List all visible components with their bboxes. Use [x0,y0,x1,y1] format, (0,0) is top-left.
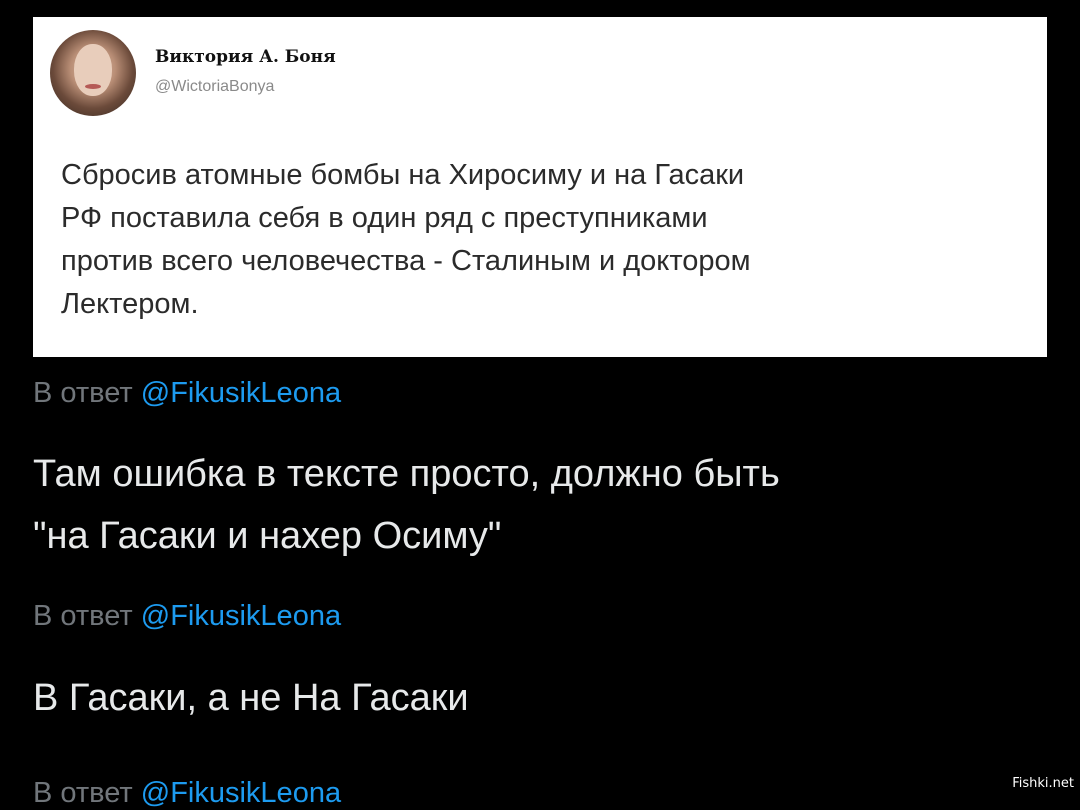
reply-to-line: В ответ @FikusikLeona [33,377,341,410]
tweet-text: Сбросив атомные бомбы на Хиросиму и на Г… [61,154,1031,326]
reply-text-line: "на Гасаки и нахер Осиму" [33,515,502,557]
reply-mention-link[interactable]: @FikusikLeona [141,377,341,409]
author-name: Виктория А. Боня [155,47,336,67]
tweet-text-line: РФ поставила себя в один ряд с преступни… [61,202,708,234]
reply-text: В Гасаки, а не На Гасаки [33,667,469,729]
author-avatar [50,30,136,116]
reply-text-line: В Гасаки, а не На Гасаки [33,677,469,719]
reply-prefix: В ответ [33,777,133,809]
reply-to-line: В ответ @FikusikLeona [33,600,341,633]
reply-mention-link[interactable]: @FikusikLeona [141,777,341,809]
avatar-lips [85,84,101,89]
watermark: Fishki.net [1012,776,1074,791]
tweet-text-line: Лектером. [61,288,199,320]
tweet-text-line: Сбросив атомные бомбы на Хиросиму и на Г… [61,159,745,191]
reply-text: Там ошибка в тексте просто, должно быть … [33,443,780,567]
reply-prefix: В ответ [33,600,133,632]
reply-text-line: Там ошибка в тексте просто, должно быть [33,453,780,495]
reply-prefix: В ответ [33,377,133,409]
quoted-tweet-screenshot: Виктория А. Боня @WictoriaBonya Сбросив … [33,17,1047,357]
reply-to-line: В ответ @FikusikLeona [33,777,341,810]
tweet-text-line: против всего человечества - Сталиным и д… [61,245,751,277]
reply-mention-link[interactable]: @FikusikLeona [141,600,341,632]
author-handle: @WictoriaBonya [155,78,275,95]
